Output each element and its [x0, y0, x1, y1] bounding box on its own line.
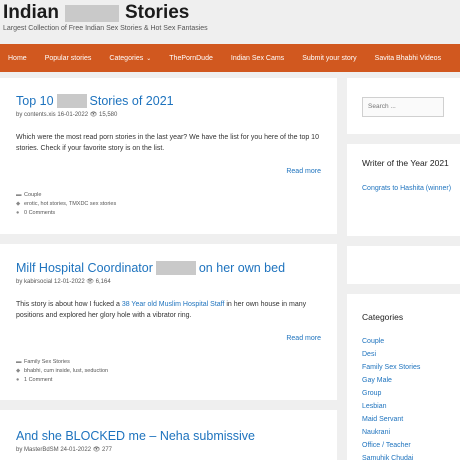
post-excerpt: This story is about how I fucked a 38 Ye… — [16, 299, 321, 321]
post-excerpt-text: This story is about how I fucked a — [16, 301, 122, 308]
category-link[interactable]: Family Sex Stories — [362, 361, 460, 374]
category-link[interactable]: Samuhik Chudai — [362, 452, 460, 460]
category-link[interactable]: Lesbian — [362, 400, 460, 413]
redacted-block — [155, 261, 196, 275]
tag-icon: ◆ — [16, 368, 21, 374]
category-link[interactable]: Group — [362, 387, 460, 400]
post-title-start[interactable]: Top 10 — [16, 94, 54, 108]
site-tagline: Largest Collection of Free Indian Sex St… — [3, 25, 208, 32]
category-link[interactable]: Naukrani — [362, 426, 460, 439]
post-card: Milf Hospital Coordinator on her own bed… — [0, 244, 337, 400]
post-meta: by MasterBdSM 24-01-2022 👁 277 — [16, 447, 112, 453]
post-excerpt: Which were the most read porn stories in… — [16, 134, 319, 152]
site-title[interactable]: Indian Stories — [3, 2, 189, 24]
categories-list: Couple Desi Family Sex Stories Gay Male … — [362, 335, 460, 460]
categories-widget: Categories Couple Desi Family Sex Storie… — [347, 294, 460, 460]
folder-icon: ▬ — [16, 192, 22, 198]
category-link[interactable]: Gay Male — [362, 374, 460, 387]
widget-title: Writer of the Year 2021 — [362, 158, 449, 168]
category-link[interactable]: Office / Teacher — [362, 439, 460, 452]
category-link[interactable]: Couple — [362, 335, 460, 348]
search-input[interactable] — [362, 96, 444, 117]
post-comments-link[interactable]: 0 Comments — [24, 210, 55, 216]
widget-title: Categories — [362, 312, 404, 322]
post-title-start[interactable]: Milf Hospital Coordinator — [16, 261, 153, 275]
site-title-start[interactable]: Indian — [3, 2, 59, 24]
post-meta: by contents.xis 16-01-2022 👁 15,580 — [16, 112, 118, 118]
writer-winner-link[interactable]: Congrats to Hashita (winner) — [362, 184, 460, 194]
read-more-link[interactable]: Read more — [16, 335, 321, 342]
redacted-block — [64, 4, 119, 22]
post-title[interactable]: Top 10 Stories of 2021 — [16, 94, 321, 108]
empty-widget — [347, 246, 460, 284]
nav-popular-stories[interactable]: Popular stories — [45, 55, 92, 62]
category-link[interactable]: Maid Servant — [362, 413, 460, 426]
post-category-link[interactable]: Couple — [24, 192, 41, 198]
post-footer: ▬ Couple ◆ erotic, hot stories, TMXDC sex … — [16, 191, 321, 218]
nav-indian-sex-cams[interactable]: Indian Sex Cams — [231, 55, 284, 62]
post-card: Top 10 Stories of 2021 by contents.xis 1… — [0, 78, 337, 234]
post-tags[interactable]: bhabhi, cum inside, lust, seduction — [24, 368, 108, 374]
folder-icon: ▬ — [16, 359, 22, 365]
redacted-block — [56, 94, 87, 108]
nav-home[interactable]: Home — [8, 55, 27, 62]
nav-categories-label: Categories — [109, 54, 144, 62]
post-card: And she BLOCKED me – Neha submissive by … — [0, 410, 337, 460]
nav-categories[interactable]: Categories ⌄ — [109, 55, 151, 62]
post-meta: by kabirsocial 12-01-2022 👁 6,164 — [16, 279, 111, 285]
nav-theporndude[interactable]: ThePornDude — [169, 55, 213, 62]
comment-icon: ● — [16, 377, 20, 383]
writer-of-year-widget: Writer of the Year 2021 Congrats to Hash… — [347, 144, 460, 236]
tag-icon: ◆ — [16, 201, 21, 207]
chevron-down-icon: ⌄ — [146, 55, 152, 62]
post-tags[interactable]: erotic, hot stories, TMXDC sex stories — [24, 201, 116, 207]
post-title-end[interactable]: on her own bed — [199, 261, 285, 275]
read-more-link[interactable]: Read more — [16, 168, 321, 175]
post-title[interactable]: Milf Hospital Coordinator on her own bed — [16, 261, 321, 275]
site-header: Indian Stories Largest Collection of Fre… — [0, 0, 460, 44]
post-comments-link[interactable]: 1 Comment — [24, 377, 52, 383]
nav-savita-bhabhi-videos[interactable]: Savita Bhabhi Videos — [375, 55, 441, 62]
post-footer: ▬ Family Sex Stories ◆ bhabhi, cum inside,… — [16, 358, 321, 385]
main-nav: Home Popular stories Categories ⌄ ThePorn… — [0, 44, 460, 72]
nav-submit-story[interactable]: Submit your story — [302, 55, 356, 62]
post-excerpt-link[interactable]: 38 Year old Muslim Hospital Staff — [122, 301, 225, 308]
site-title-end[interactable]: Stories — [125, 2, 189, 24]
search-widget — [347, 78, 460, 134]
category-link[interactable]: Desi — [362, 348, 460, 361]
post-title[interactable]: And she BLOCKED me – Neha submissive — [16, 429, 321, 443]
post-title-end[interactable]: Stories of 2021 — [90, 94, 174, 108]
comment-icon: ● — [16, 210, 20, 216]
post-category-link[interactable]: Family Sex Stories — [24, 359, 70, 365]
